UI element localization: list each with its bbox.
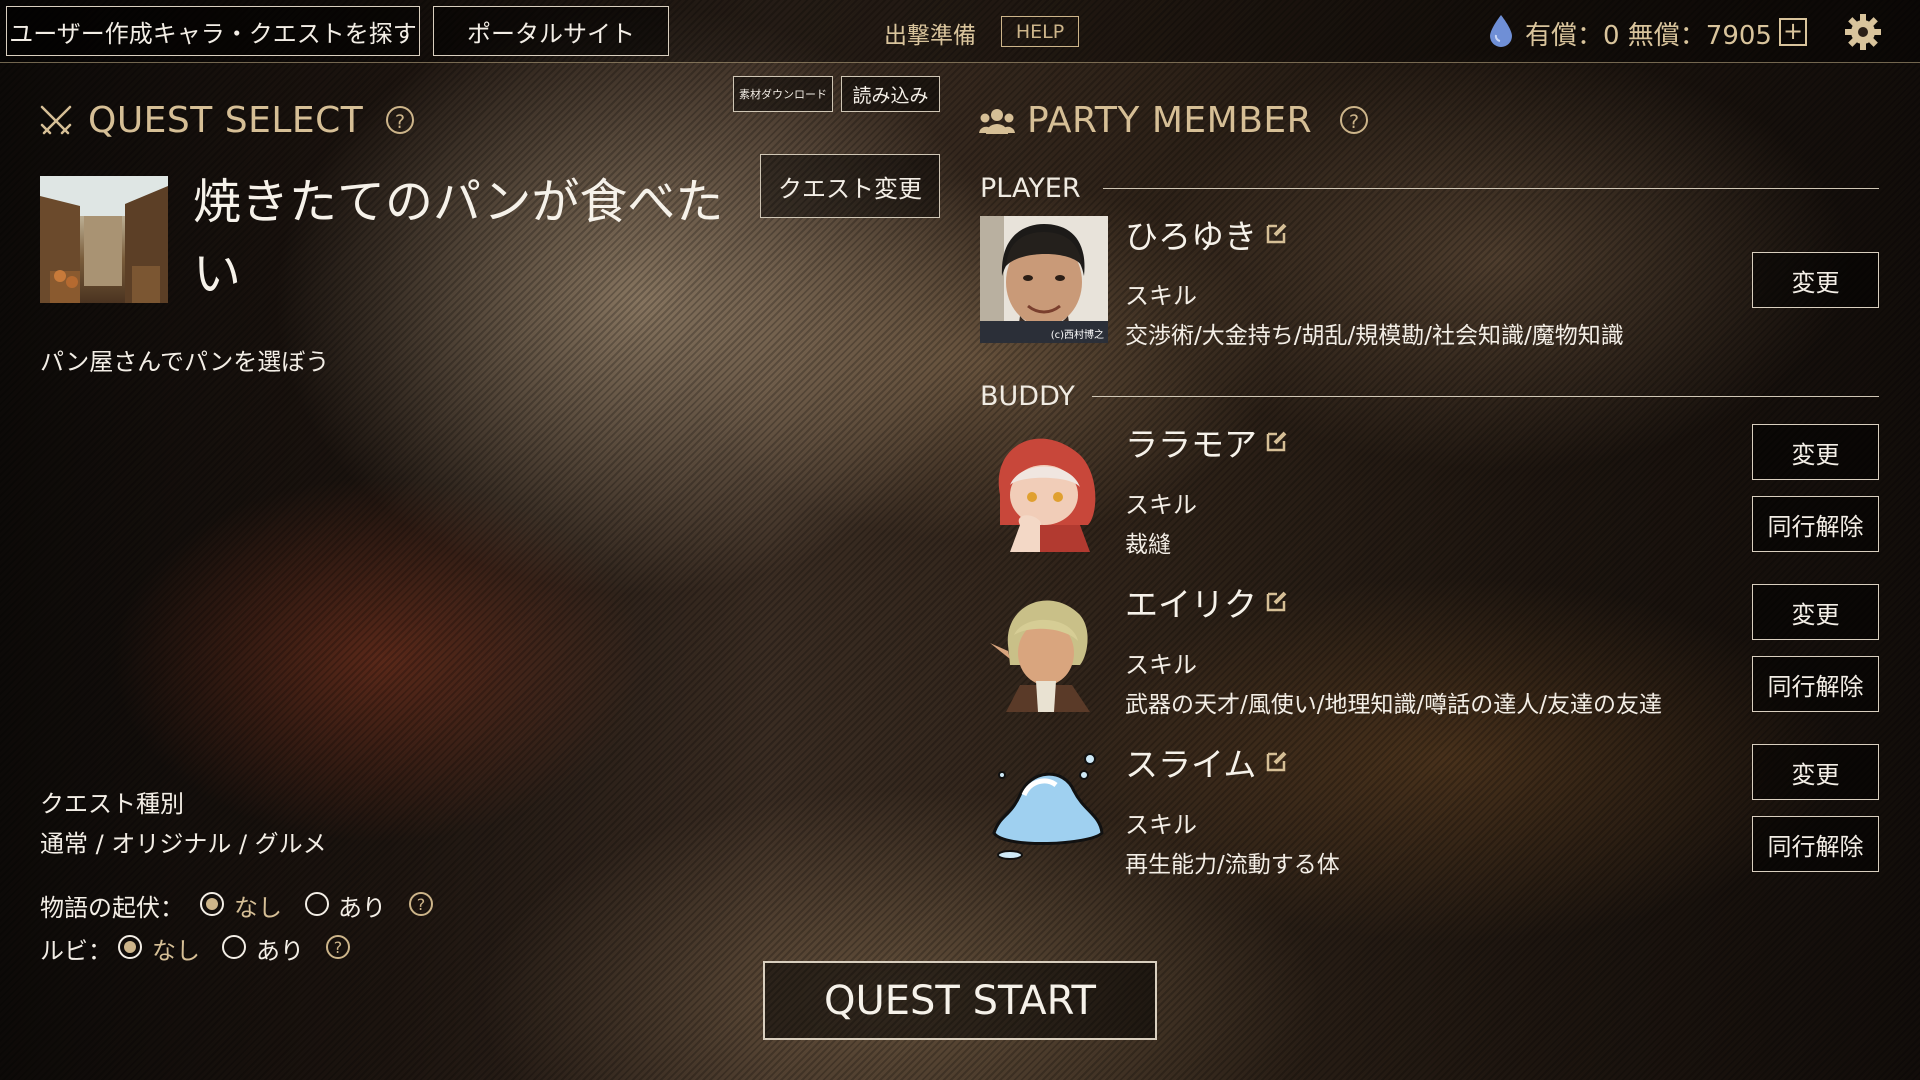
buddy-1-change-button[interactable]: 変更 [1752, 424, 1879, 480]
buddy-2-remove-button[interactable]: 同行解除 [1752, 656, 1879, 712]
buddy-divider [1092, 396, 1879, 397]
quest-title: 焼きたてのパンが食べたい [193, 174, 724, 302]
edit-icon[interactable] [1265, 429, 1289, 453]
buddy-3-remove-button[interactable]: 同行解除 [1752, 816, 1879, 872]
buddy-1-skill-label: スキル [1125, 491, 1197, 519]
edit-icon[interactable] [1265, 749, 1289, 773]
quest-type-value: 通常 / オリジナル / グルメ [40, 830, 327, 858]
quest-thumbnail [40, 176, 168, 303]
player-change-button[interactable]: 変更 [1752, 252, 1879, 308]
load-button[interactable]: 読み込み [841, 76, 940, 112]
party-help-icon[interactable]: ? [1340, 106, 1368, 134]
buddy-section-label: BUDDY [980, 381, 1075, 412]
edit-icon[interactable] [1265, 221, 1289, 245]
buddy-2-name: エイリク [1125, 585, 1257, 624]
quest-description: パン屋さんでパンを選ぼう [40, 348, 330, 376]
quest-select-heading: QUEST SELECT [88, 100, 364, 141]
buddy-2-change-button[interactable]: 変更 [1752, 584, 1879, 640]
player-divider [1103, 188, 1879, 189]
ruby-none-label: なし [152, 937, 200, 965]
gem-drop-icon [1490, 15, 1512, 47]
story-none-radio[interactable] [200, 892, 224, 916]
story-none-label: なし [234, 894, 282, 922]
currency-display: 有償：0 無償：7905 [1525, 21, 1772, 51]
buddy-2-skills: 武器の天才/風使い/地理知識/噂話の達人/友達の友達 [1125, 692, 1662, 718]
sortie-prep-label: 出撃準備 [884, 23, 976, 49]
party-group-icon [979, 109, 1015, 134]
story-ups-downs-label: 物語の起伏： [40, 894, 184, 922]
buddy-1-remove-button[interactable]: 同行解除 [1752, 496, 1879, 552]
help-button[interactable]: HELP [1001, 16, 1079, 47]
buddy-3-change-button[interactable]: 変更 [1752, 744, 1879, 800]
story-help-icon[interactable]: ? [409, 892, 433, 916]
buddy-1-portrait [980, 425, 1108, 552]
buddy-3-skill-label: スキル [1125, 811, 1197, 839]
player-skills: 交渉術/大金持ち/胡乱/規模勘/社会知識/魔物知識 [1125, 323, 1624, 349]
buddy-2-skill-label: スキル [1125, 651, 1197, 679]
portal-site-button[interactable]: ポータルサイト [433, 6, 669, 56]
quest-type-label: クエスト種別 [40, 790, 184, 818]
quest-start-button[interactable]: QUEST START [763, 961, 1157, 1040]
add-currency-button[interactable]: + [1779, 18, 1807, 46]
player-portrait: (c)西村博之 [980, 216, 1108, 343]
ruby-none-radio[interactable] [118, 935, 142, 959]
player-skill-label: スキル [1125, 282, 1197, 310]
ruby-yes-radio[interactable] [222, 935, 246, 959]
party-member-heading: PARTY MEMBER [1027, 100, 1313, 141]
buddy-1-skills: 裁縫 [1125, 532, 1171, 558]
ruby-yes-label: あり [256, 937, 304, 965]
search-user-content-button[interactable]: ユーザー作成キャラ・クエストを探す [6, 6, 420, 56]
material-download-button[interactable]: 素材ダウンロード [733, 76, 833, 112]
crossed-swords-icon [40, 105, 72, 135]
buddy-3-portrait [980, 745, 1108, 872]
photo-credit: (c)西村博之 [1050, 330, 1104, 341]
buddy-2-portrait [980, 585, 1108, 712]
top-bar: ユーザー作成キャラ・クエストを探す ポータルサイト 出撃準備 HELP 有償：0… [0, 0, 1920, 63]
story-yes-label: あり [338, 894, 386, 922]
ruby-label: ルビ： [40, 937, 112, 965]
gear-icon[interactable] [1844, 13, 1882, 51]
quest-help-icon[interactable]: ? [386, 106, 414, 134]
change-quest-button[interactable]: クエスト変更 [760, 154, 940, 218]
ruby-help-icon[interactable]: ? [326, 935, 350, 959]
story-yes-radio[interactable] [305, 892, 329, 916]
edit-icon[interactable] [1265, 589, 1289, 613]
buddy-1-name: ララモア [1125, 425, 1257, 464]
player-section-label: PLAYER [980, 173, 1081, 204]
player-name: ひろゆき [1125, 217, 1257, 256]
buddy-3-skills: 再生能力/流動する体 [1125, 852, 1340, 878]
buddy-3-name: スライム [1125, 745, 1257, 784]
